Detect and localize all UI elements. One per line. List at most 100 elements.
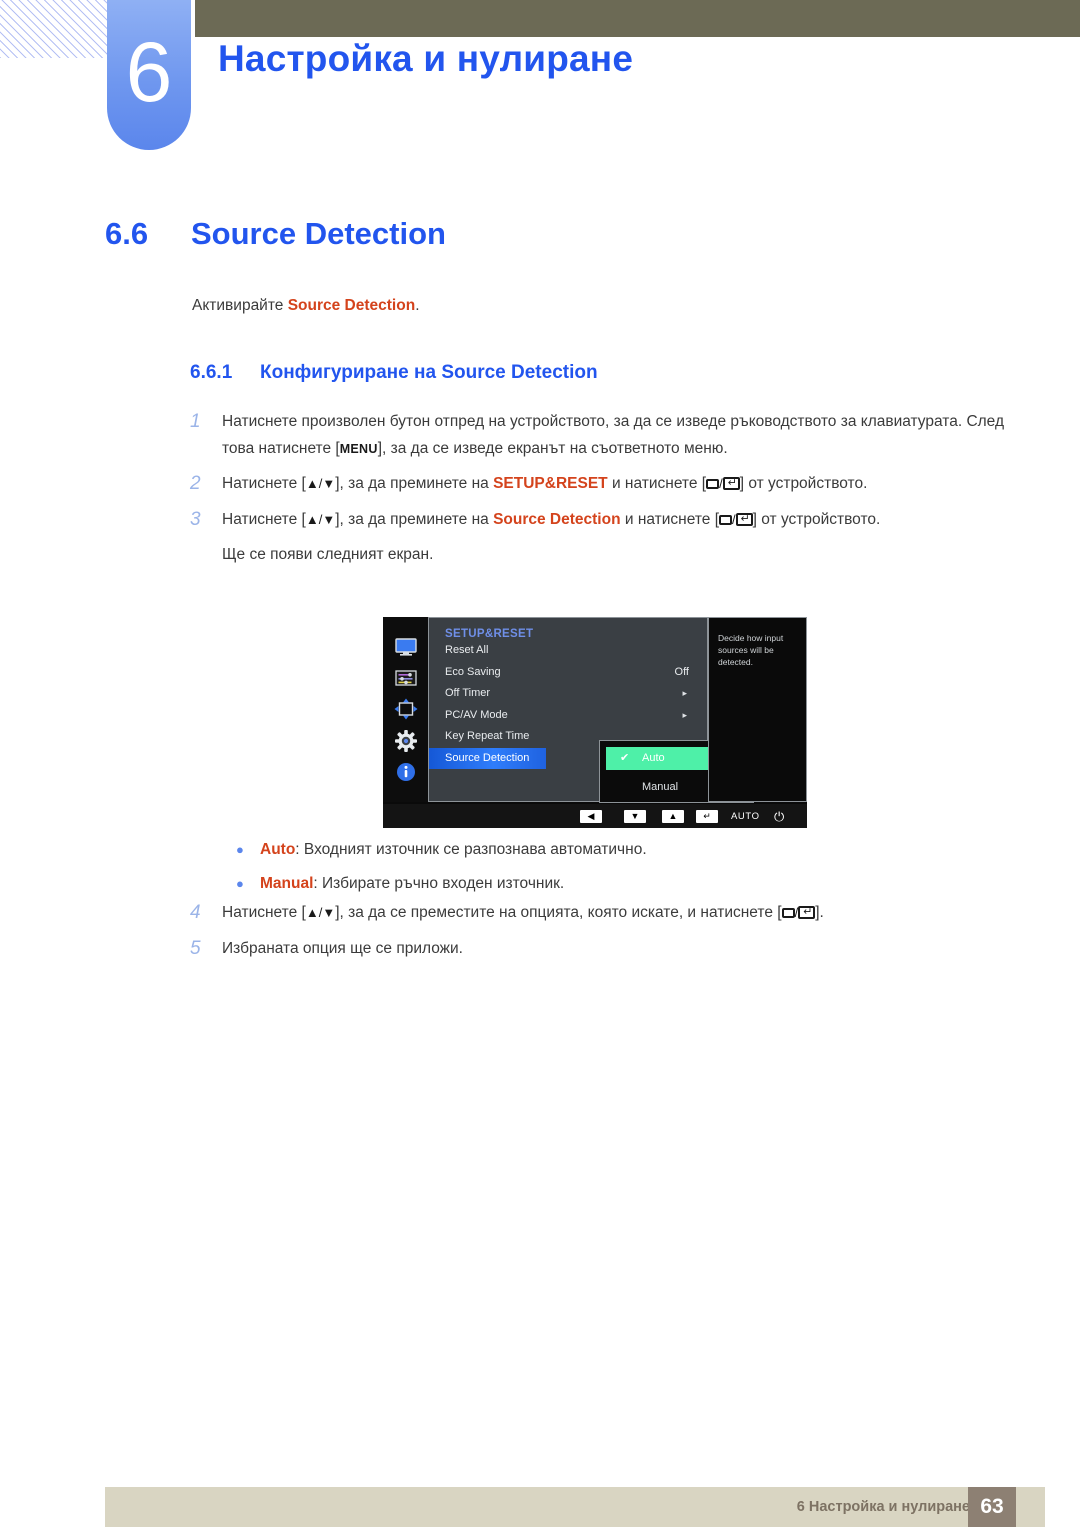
step-5-body: Избраната опция ще се приложи. [222, 939, 463, 957]
header-olive-bar [195, 0, 1080, 37]
bullet-auto: ● Auto: Входният източник се разпознава … [236, 838, 1016, 862]
bullet-dot-icon: ● [236, 842, 244, 857]
intro-suffix: . [415, 297, 420, 314]
osd-item-value: Off [674, 665, 689, 678]
footer-chapter-label: 6 Настройка и нулиране [796, 1499, 970, 1515]
osd-item-label: Key Repeat Time [445, 730, 530, 742]
step-2-number: 2 [190, 473, 201, 494]
step-4-number: 4 [190, 902, 201, 923]
bullet-dot-icon: ● [236, 876, 244, 891]
osd-button-up[interactable]: ▲ [662, 809, 684, 823]
osd-help-text: Decide how input sources will be detecte… [708, 617, 807, 802]
back-key-icon [719, 514, 733, 525]
step-3-keyword: Source Detection [493, 510, 621, 528]
osd-item-label: Off Timer [445, 687, 491, 699]
step-2-text-part4: ] от устройството. [739, 475, 868, 492]
after-step3-note: Ще се появи следният екран. [222, 546, 434, 563]
osd-button-auto[interactable]: AUTO [731, 811, 760, 822]
step-1: 1 Натиснете произволен бутон отпред на у… [186, 409, 1016, 462]
header-hatch-decoration [0, 0, 112, 58]
enter-key-icon [722, 477, 740, 490]
step-2-body: Натиснете [/], за да преминете на SETUP&… [222, 471, 1016, 498]
step-3-text-part4: ] от устройството. [752, 510, 881, 528]
step-3-body: Натиснете [/], за да преминете на Source… [222, 507, 1016, 534]
step-3-text-part1: Натиснете [ [222, 510, 306, 528]
osd-item-label: PC/AV Mode [445, 708, 508, 721]
bullet-auto-text: Auto: Входният източник се разпознава ав… [260, 838, 647, 862]
osd-item-pc-av-mode[interactable]: PC/AV Mode ▸ [429, 705, 707, 727]
step-5-number: 5 [190, 937, 201, 959]
intro-keyword: Source Detection [287, 297, 416, 314]
step-1-number: 1 [190, 411, 201, 432]
gear-icon[interactable] [394, 729, 418, 752]
osd-item-off-timer[interactable]: Off Timer ▸ [429, 683, 707, 705]
up-arrow-icon [306, 512, 319, 527]
osd-menu-title: SETUP&RESET [445, 628, 534, 640]
enter-arrow-icon: ↵ [696, 809, 718, 823]
osd-button-power[interactable]: ⏻ [774, 810, 784, 823]
auto-label: AUTO [731, 810, 760, 822]
bullet-manual-desc: : Избирате ръчно входен източник. [313, 875, 565, 892]
osd-submenu-label: Auto [642, 752, 665, 764]
osd-main-area: SETUP&RESET Reset All Eco Saving Off Off… [383, 617, 807, 803]
step-4: 4 Натиснете [/], за да се преместите на … [186, 900, 1016, 927]
bullet-auto-keyword: Auto [260, 841, 296, 858]
step-2-text-part1: Натиснете [ [222, 475, 306, 492]
bullet-manual-keyword: Manual [260, 875, 314, 892]
osd-item-label: Eco Saving [445, 665, 501, 678]
bullet-manual: ● Manual: Избирате ръчно входен източник… [236, 872, 1016, 896]
osd-item-reset-all[interactable]: Reset All [429, 640, 707, 662]
down-arrow-icon: ▼ [624, 809, 646, 823]
section-title: Source Detection [191, 216, 446, 251]
up-arrow-icon [306, 905, 319, 920]
step-4-text-part1: Натиснете [ [222, 904, 306, 921]
step-4-body: Натиснете [/], за да се преместите на оп… [222, 900, 1016, 927]
step-3-number: 3 [190, 508, 201, 530]
osd-button-down[interactable]: ▼ [624, 809, 646, 823]
step-4-text-part3: ]. [815, 904, 824, 921]
step-5: 5 Избраната опция ще се приложи. [186, 936, 1016, 963]
step-2: 2 Натиснете [/], за да преминете на SETU… [186, 471, 1016, 498]
osd-bottom-button-bar: ◀ ▼ ▲ ↵ AUTO ⏻ [383, 804, 807, 828]
step-2-text-part3: и натиснете [ [607, 475, 707, 492]
osd-item-source-detection[interactable]: Source Detection [429, 747, 546, 769]
chevron-right-icon: ▸ [682, 688, 687, 698]
step-3-text-part2: ], за да преминете на [335, 510, 494, 528]
osd-screenshot: SETUP&RESET Reset All Eco Saving Off Off… [383, 617, 807, 828]
procedure-steps-1-3: 1 Натиснете произволен бутон отпред на у… [186, 409, 1016, 569]
subsection-title: Конфигуриране на Source Detection [260, 362, 598, 383]
position-arrows-icon[interactable] [394, 698, 418, 720]
osd-item-label: Reset All [445, 644, 489, 656]
procedure-steps-4-5: 4 Натиснете [/], за да се преместите на … [186, 900, 1016, 971]
down-arrow-icon [322, 905, 335, 920]
osd-button-left[interactable]: ◀ [580, 809, 602, 823]
section-intro: Активирайте Source Detection. [192, 297, 420, 315]
info-icon[interactable] [394, 761, 418, 783]
chapter-number-badge: 6 [107, 0, 191, 150]
step-2-text-part2: ], за да преминете на [335, 475, 494, 492]
bullet-manual-text: Manual: Избирате ръчно входен източник. [260, 872, 564, 896]
step-2-keyword: SETUP&RESET [493, 475, 608, 492]
intro-prefix: Активирайте [192, 297, 288, 314]
osd-icon-rail [383, 617, 428, 802]
step-4-text-part2: ], за да се преместите на опцията, която… [335, 904, 782, 921]
osd-item-label: Source Detection [445, 751, 530, 764]
subsection-heading: 6.6.1 Конфигуриране на Source Detection [190, 362, 598, 384]
osd-submenu-label: Manual [642, 781, 679, 793]
up-arrow-icon: ▲ [662, 809, 684, 823]
section-number: 6.6 [105, 216, 149, 251]
sliders-icon[interactable] [394, 667, 418, 689]
monitor-icon[interactable] [394, 636, 418, 658]
chevron-right-icon: ▸ [682, 709, 687, 720]
enter-key-icon [735, 512, 753, 526]
osd-menu-panel: SETUP&RESET Reset All Eco Saving Off Off… [428, 617, 754, 803]
step-3-text-part3: и натиснете [ [620, 510, 720, 528]
up-arrow-icon [306, 476, 319, 491]
down-arrow-icon [322, 512, 335, 527]
osd-item-eco-saving[interactable]: Eco Saving Off [429, 662, 707, 684]
option-descriptions: ● Auto: Входният източник се разпознава … [236, 838, 1016, 906]
menu-keycap: MENU [339, 441, 378, 456]
osd-button-enter[interactable]: ↵ [696, 809, 718, 823]
power-icon: ⏻ [774, 808, 785, 824]
step-1-body: Натиснете произволен бутон отпред на уст… [222, 409, 1016, 462]
